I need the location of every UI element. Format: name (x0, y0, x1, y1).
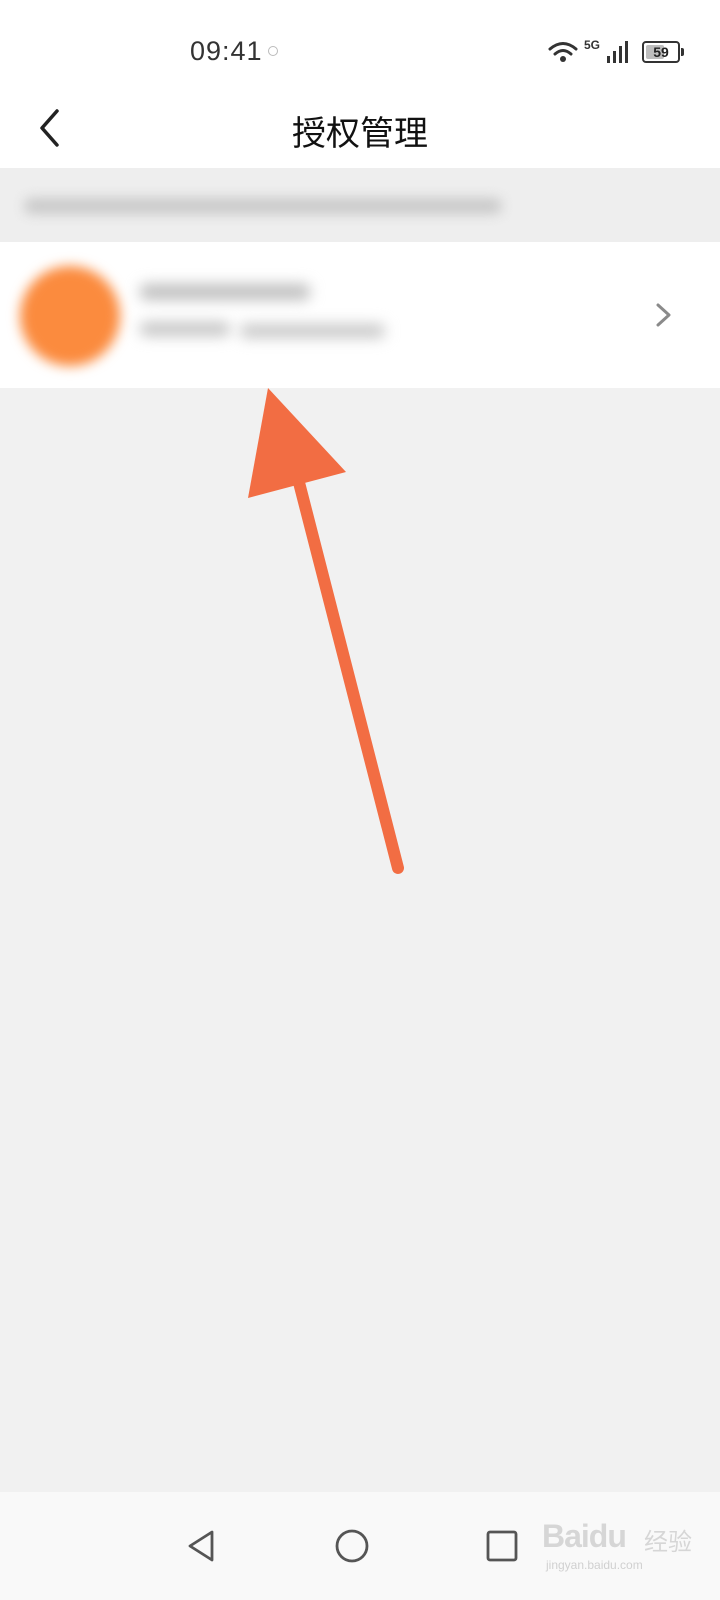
circle-home-icon (335, 1529, 369, 1563)
blurred-description-text (24, 198, 502, 214)
watermark-logo: Baidu 经验 jingyan.baidu.com (538, 1492, 708, 1592)
status-bar: 09:41 5G 59 (0, 0, 720, 88)
watermark-url: jingyan.baidu.com (546, 1558, 643, 1572)
blurred-app-detail-secondary (240, 324, 385, 338)
app-avatar (20, 266, 120, 366)
annotation-arrow-shaft (279, 422, 404, 874)
page-title: 授权管理 (292, 114, 428, 154)
authorized-app-item[interactable] (0, 242, 720, 388)
nav-recents-button[interactable] (476, 1520, 528, 1572)
battery-icon: 59 (642, 41, 684, 63)
authorization-management-screen: 09:41 5G 59 授权管理 Baidu 经验 jingyan.baidu.… (0, 0, 720, 1600)
status-time: 09:41 (190, 36, 263, 66)
triangle-back-icon (188, 1530, 214, 1562)
chevron-right-icon (656, 303, 671, 327)
watermark-brand: Baidu (542, 1518, 627, 1554)
wifi-icon (548, 42, 578, 62)
annotation-arrow-head (248, 388, 346, 498)
blurred-app-detail (140, 322, 230, 336)
watermark-suffix: 经验 (644, 1528, 692, 1556)
notification-dot-icon (268, 46, 278, 56)
status-icons: 5G 59 (548, 38, 684, 66)
nav-home-button[interactable] (326, 1520, 378, 1572)
nav-back-button[interactable] (176, 1520, 228, 1572)
header-bar: 授权管理 (0, 88, 720, 168)
network-type-label: 5G (583, 38, 600, 52)
square-recents-icon (486, 1530, 518, 1562)
signal-icon (607, 41, 628, 63)
description-banner (0, 168, 720, 242)
blurred-app-name (140, 284, 310, 300)
battery-level: 59 (653, 44, 669, 60)
